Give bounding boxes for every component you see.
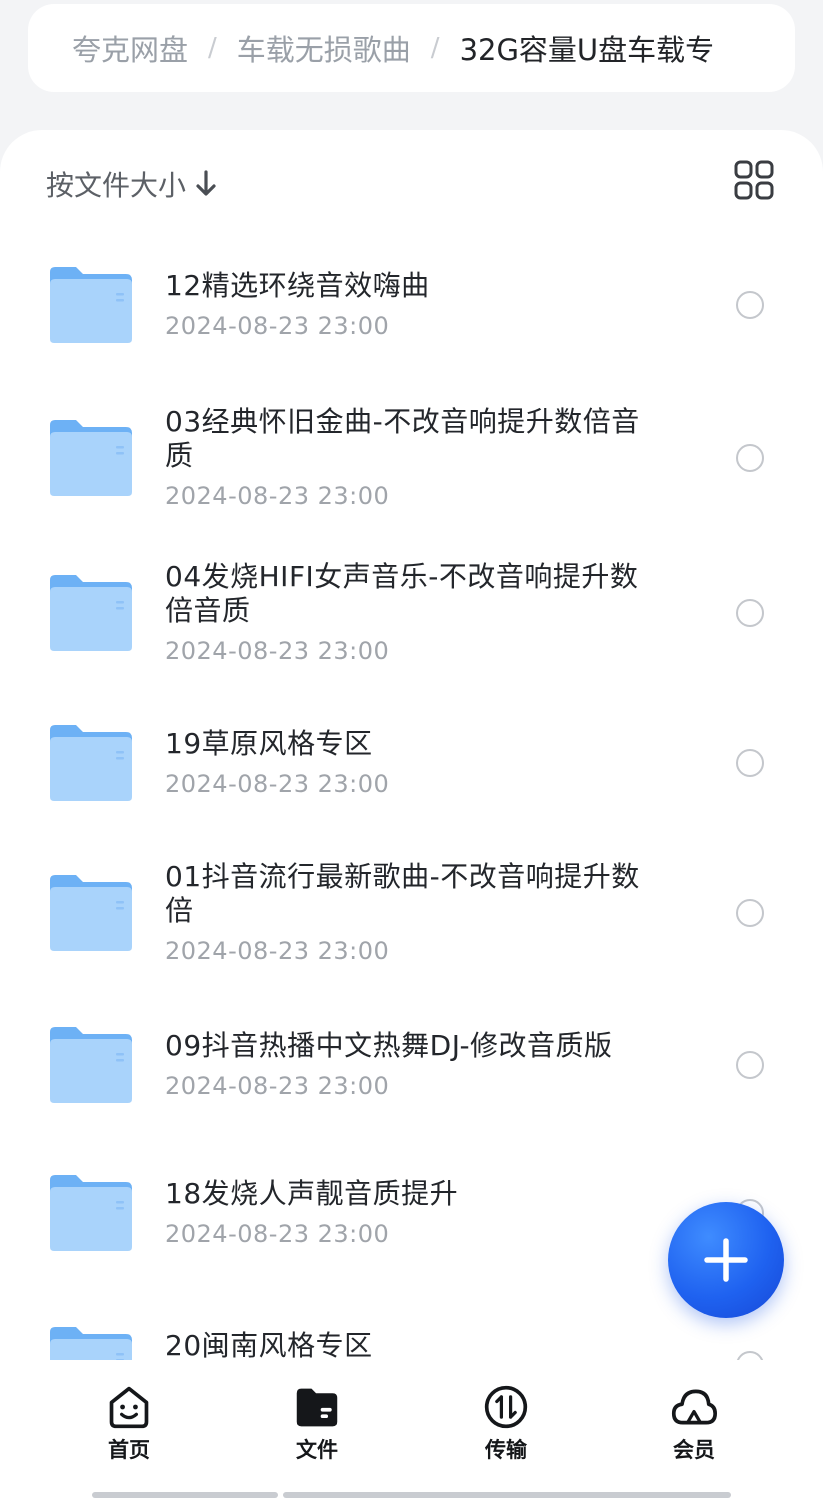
gesture-bar-segment [283,1492,731,1498]
nav-item-member[interactable]: 会员 [634,1384,754,1464]
folder-icon [50,724,132,801]
select-radio[interactable] [736,443,764,472]
nav-item-home[interactable]: 首页 [69,1384,189,1464]
cloud-icon [671,1389,718,1425]
file-row[interactable]: 04发烧HIFI女声音乐-不改音响提升数倍音质 2024-08-23 23:00 [0,535,823,690]
file-name: 01抖音流行最新歌曲-不改音响提升数倍 [165,859,640,927]
file-row[interactable]: 19草原风格专区 2024-08-23 23:00 [0,690,823,835]
nav-label-home: 首页 [108,1438,150,1462]
file-info: 04发烧HIFI女声音乐-不改音响提升数倍音质 2024-08-23 23:00 [165,560,665,666]
folder-icon [296,1388,338,1427]
nav-label-files: 文件 [296,1438,338,1462]
file-name: 09抖音热播中文热舞DJ-修改音质版 [165,1029,613,1062]
file-info: 18发烧人声靓音质提升 2024-08-23 23:00 [165,1177,665,1249]
grid-view-icon[interactable] [734,160,774,200]
folder-icon [50,419,132,496]
file-name: 20闽南风格专区 [165,1329,373,1360]
plus-icon [704,1238,748,1282]
file-date: 2024-08-23 23:00 [165,936,390,965]
file-info: 09抖音热播中文热舞DJ-修改音质版 2024-08-23 23:00 [165,1029,665,1101]
select-radio[interactable] [736,598,764,627]
file-name: 03经典怀旧金曲-不改音响提升数倍音质 [165,404,640,472]
file-info: 19草原风格专区 2024-08-23 23:00 [165,727,665,799]
folder-icon [50,1174,132,1251]
sort-label: 按文件大小 [46,169,187,202]
nav-label-transfer: 传输 [485,1438,527,1462]
breadcrumb-item-current: 32G容量U盘车载专 [459,33,715,67]
file-info: 01抖音流行最新歌曲-不改音响提升数倍 2024-08-23 23:00 [165,860,665,966]
select-radio[interactable] [736,291,764,319]
bottom-nav: 首页 文件 传输 会员 [0,1360,823,1500]
breadcrumb-separator: / [208,33,217,63]
folder-icon [50,1327,132,1360]
file-date: 2024-08-23 23:00 [165,769,390,798]
file-date: 2024-08-23 23:00 [165,481,390,510]
breadcrumb-separator: / [430,33,440,63]
breadcrumb: 夸克网盘 / 车载无损歌曲 / 32G容量U盘车载专 [28,4,795,92]
file-info: 20闽南风格专区2024-08-23 23:00 [165,1329,665,1360]
nav-label-member: 会员 [673,1438,715,1462]
file-name: 12精选环绕音效嗨曲 [165,269,430,302]
breadcrumb-item-root[interactable]: 夸克网盘 [72,27,188,69]
select-radio[interactable] [736,748,764,777]
file-date: 2024-08-23 23:00 [165,1219,390,1248]
page: 夸克网盘 / 车载无损歌曲 / 32G容量U盘车载专 按文件大小 12精选环绕音… [0,0,823,1500]
folder-icon [50,267,132,343]
file-row[interactable]: 12精选环绕音效嗨曲 2024-08-23 23:00 [0,230,823,380]
file-name: 19草原风格专区 [165,726,373,760]
nav-item-transfer[interactable]: 传输 [446,1384,566,1464]
file-date: 2024-08-23 23:00 [165,636,390,665]
select-radio[interactable] [736,1051,764,1079]
select-radio[interactable] [736,898,764,927]
file-name: 18发烧人声靓音质提升 [165,1176,459,1210]
sort-button[interactable]: 按文件大小 [46,164,218,204]
add-button[interactable] [668,1202,784,1318]
folder-icon [50,574,132,651]
file-date: 2024-08-23 23:00 [165,312,390,340]
file-row[interactable]: 03经典怀旧金曲-不改音响提升数倍音质 2024-08-23 23:00 [0,380,823,535]
file-info: 12精选环绕音效嗨曲 2024-08-23 23:00 [165,269,665,341]
smiley-home-icon [109,1386,149,1429]
file-row[interactable]: 01抖音流行最新歌曲-不改音响提升数倍 2024-08-23 23:00 [0,835,823,990]
breadcrumb-item-parent[interactable]: 车载无损歌曲 [237,27,411,69]
file-info: 03经典怀旧金曲-不改音响提升数倍音质 2024-08-23 23:00 [165,405,665,511]
folder-icon [50,874,132,951]
file-date: 2024-08-23 23:00 [165,1072,390,1100]
file-name: 04发烧HIFI女声音乐-不改音响提升数倍音质 [165,559,639,627]
transfer-icon [484,1385,528,1429]
nav-item-files[interactable]: 文件 [257,1384,377,1464]
arrow-down-icon [196,170,216,196]
select-radio[interactable] [736,1351,764,1360]
gesture-bar-segment [92,1492,278,1498]
folder-icon [50,1027,132,1103]
file-row[interactable]: 09抖音热播中文热舞DJ-修改音质版 2024-08-23 23:00 [0,990,823,1140]
file-panel: 按文件大小 12精选环绕音效嗨曲 2024-08-23 23:00 03经典怀旧金曲… [0,130,823,1360]
